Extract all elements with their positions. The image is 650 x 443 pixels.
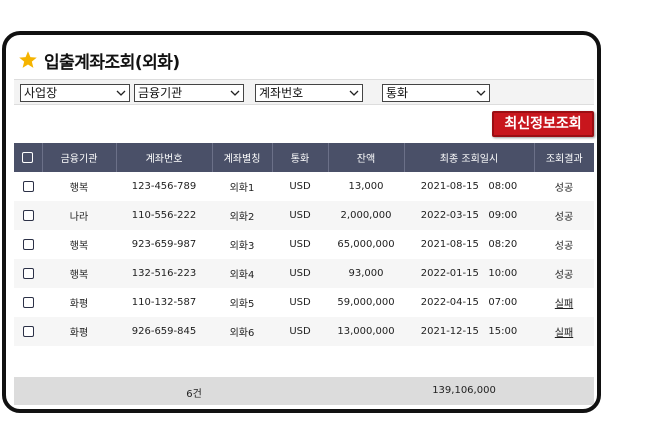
cell-balance: 2,000,000 — [328, 201, 404, 230]
chevron-down-icon — [116, 90, 126, 96]
cell-bank: 행복 — [69, 241, 89, 252]
table-row[interactable]: 행복 123-456-789 외화1 USD 13,000 2021-08-15… — [14, 172, 594, 201]
row-checkbox-cell — [14, 259, 42, 288]
chevron-down-icon — [349, 90, 359, 96]
row-checkbox-cell — [14, 230, 42, 259]
column-header-datetime[interactable]: 최종 조회일시 — [404, 143, 535, 172]
cell-alias: 외화2 — [212, 201, 272, 230]
row-checkbox[interactable] — [22, 296, 34, 308]
cell-currency: USD — [289, 297, 311, 308]
business-site-select[interactable]: 사업장 — [20, 84, 130, 102]
cell-datetime: 2021-12-15 15:00 — [404, 317, 534, 346]
cell-datetime: 2021-08-15 08:20 — [420, 239, 518, 250]
summary-footer: 6건 139,106,000 — [14, 377, 594, 405]
cell-bank: 행복 — [42, 259, 116, 288]
cell-currency: USD — [289, 181, 311, 192]
column-header-result[interactable]: 조회결과 — [534, 143, 594, 172]
cell-balance: 65,000,000 — [337, 239, 395, 250]
table-row[interactable]: 화평 110-132-587 외화5 USD 59,000,000 2022-0… — [14, 288, 594, 317]
cell-alias: 외화5 — [229, 299, 255, 310]
cell-currency: USD — [289, 239, 311, 250]
total-balance: 139,106,000 — [432, 385, 496, 396]
business-site-select-label: 사업장 — [24, 86, 58, 100]
column-header-bank[interactable]: 금융기관 — [42, 143, 117, 172]
row-checkbox[interactable] — [22, 267, 34, 279]
total-count: 6건 — [186, 389, 202, 400]
cell-result: 성공 — [554, 241, 574, 252]
cell-balance: 13,000 — [348, 181, 384, 192]
cell-datetime: 2022-04-15 07:00 — [420, 297, 518, 308]
cell-bank: 행복 — [69, 183, 89, 194]
cell-alias: 외화1 — [229, 183, 255, 194]
cell-bank: 나라 — [42, 201, 116, 230]
table-row[interactable]: 나라 110-556-222 외화2 USD 2,000,000 2022-03… — [14, 201, 594, 230]
currency-select[interactable]: 통화 — [382, 84, 490, 102]
filter-bar: 사업장 금융기관 계좌번호 통화 — [14, 79, 594, 105]
financial-institution-select-label: 금융기관 — [138, 86, 183, 100]
table-header-row: 금융기관 계좌번호 계좌별칭 통화 잔액 최종 조회일시 조회결과 — [14, 143, 594, 172]
title-bar: 입출계좌조회(외화) — [18, 47, 180, 73]
star-icon — [19, 51, 37, 68]
cell-datetime: 2022-01-15 10:00 — [404, 259, 534, 288]
cell-result: 성공 — [554, 183, 574, 194]
cell-account: 923-659-987 — [131, 239, 197, 250]
cell-bank: 화평 — [69, 299, 89, 310]
column-header-currency[interactable]: 통화 — [272, 143, 329, 172]
account-number-select-label: 계좌번호 — [259, 86, 304, 100]
cell-balance: 59,000,000 — [337, 297, 395, 308]
cell-account: 132-516-223 — [116, 259, 212, 288]
cell-currency: USD — [272, 201, 328, 230]
row-checkbox-cell — [14, 201, 42, 230]
row-checkbox-cell — [14, 317, 42, 346]
refresh-latest-button[interactable]: 최신정보조회 — [492, 111, 594, 137]
cell-balance: 93,000 — [328, 259, 404, 288]
account-number-select[interactable]: 계좌번호 — [255, 84, 363, 102]
cell-result: 성공 — [534, 201, 594, 230]
row-checkbox[interactable] — [22, 325, 34, 337]
cell-account: 926-659-845 — [116, 317, 212, 346]
device-frame: 입출계좌조회(외화) 사업장 금융기관 계좌번호 통화 최신정보조회 금융기관 … — [2, 31, 601, 413]
cell-alias: 외화6 — [212, 317, 272, 346]
cell-result-fail-link[interactable]: 실패 — [534, 288, 594, 317]
cell-datetime: 2021-08-15 08:00 — [420, 181, 518, 192]
cell-result-fail-link[interactable]: 실패 — [534, 317, 594, 346]
row-checkbox[interactable] — [22, 180, 34, 192]
table-row[interactable]: 행복 132-516-223 외화4 USD 93,000 2022-01-15… — [14, 259, 594, 288]
row-checkbox[interactable] — [22, 209, 34, 221]
column-header-account[interactable]: 계좌번호 — [116, 143, 213, 172]
currency-select-label: 통화 — [386, 86, 409, 100]
cell-currency: USD — [272, 259, 328, 288]
cell-bank: 화평 — [42, 317, 116, 346]
select-all-checkbox[interactable] — [22, 151, 34, 163]
cell-account: 123-456-789 — [131, 181, 197, 192]
row-checkbox-cell — [14, 172, 42, 201]
cell-alias: 외화4 — [212, 259, 272, 288]
chevron-down-icon — [230, 90, 240, 96]
chevron-down-icon — [476, 90, 486, 96]
cell-account: 110-132-587 — [131, 297, 197, 308]
column-header-balance[interactable]: 잔액 — [328, 143, 405, 172]
select-all-cell — [14, 143, 43, 172]
table-row[interactable]: 화평 926-659-845 외화6 USD 13,000,000 2021-1… — [14, 317, 594, 346]
table-row[interactable]: 행복 923-659-987 외화3 USD 65,000,000 2021-0… — [14, 230, 594, 259]
cell-balance: 13,000,000 — [328, 317, 404, 346]
column-header-alias[interactable]: 계좌별칭 — [212, 143, 273, 172]
cell-datetime: 2022-03-15 09:00 — [404, 201, 534, 230]
page-title: 입출계좌조회(외화) — [44, 52, 180, 73]
cell-currency: USD — [272, 317, 328, 346]
cell-result: 성공 — [534, 259, 594, 288]
cell-alias: 외화3 — [229, 241, 255, 252]
row-checkbox[interactable] — [22, 238, 34, 250]
financial-institution-select[interactable]: 금융기관 — [134, 84, 244, 102]
row-checkbox-cell — [14, 288, 42, 317]
cell-account: 110-556-222 — [116, 201, 212, 230]
account-table: 금융기관 계좌번호 계좌별칭 통화 잔액 최종 조회일시 조회결과 행복 123… — [14, 143, 594, 346]
